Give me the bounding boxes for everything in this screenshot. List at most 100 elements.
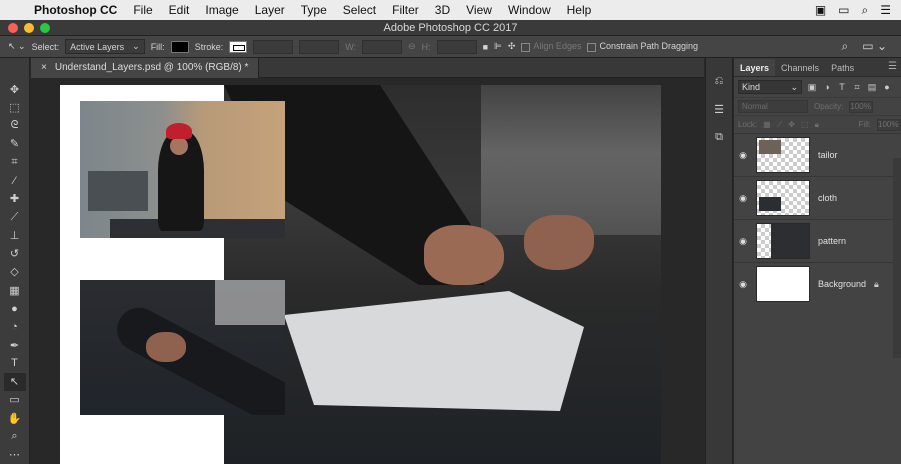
lock-transparent-icon[interactable]: ▦: [763, 120, 771, 129]
lock-row: Lock: ▦ ⟋ ✥ ⬚ 🔒︎ Fill: 100%: [734, 115, 901, 133]
document-tab[interactable]: × Understand_Layers.psd @ 100% (RGB/8) *: [31, 57, 260, 78]
window-light: [215, 280, 285, 325]
eraser-tool-icon[interactable]: ◇: [4, 263, 26, 281]
type-filter-icon[interactable]: T: [837, 82, 847, 92]
stroke-type-dropdown[interactable]: [299, 39, 340, 54]
brush-tool-icon[interactable]: ⟋: [4, 208, 26, 226]
history-panel-icon[interactable]: ⎌: [710, 72, 728, 90]
spotlight-search-icon[interactable]: ⌕: [862, 3, 869, 18]
path-arrangement-icon[interactable]: ✣: [508, 41, 516, 52]
eyedropper-tool-icon[interactable]: ⁄: [4, 171, 26, 189]
menu-help[interactable]: Help: [559, 3, 600, 17]
path-operations-icon[interactable]: ■: [483, 42, 488, 52]
gradient-tool-icon[interactable]: ▦: [4, 281, 26, 299]
layer-row-cloth[interactable]: ◉ cloth: [734, 176, 901, 219]
lock-label: Lock:: [738, 120, 758, 129]
menu-layer[interactable]: Layer: [247, 3, 293, 17]
path-selection-tool-icon[interactable]: ↖: [3, 372, 26, 391]
canvas-area[interactable]: [31, 79, 704, 464]
path-selection-tool-icon[interactable]: ↖ ⌄: [8, 41, 26, 52]
stroke-color-swatch[interactable]: [229, 40, 248, 53]
screen-record-icon[interactable]: ▣: [815, 3, 826, 18]
tab-paths[interactable]: Paths: [825, 59, 860, 76]
adjustment-filter-icon[interactable]: ◑: [822, 82, 832, 92]
type-tool-icon[interactable]: T: [4, 354, 26, 372]
visibility-eye-icon[interactable]: ◉: [734, 150, 752, 161]
libraries-panel-icon[interactable]: ⧉: [710, 128, 728, 146]
tab-channels[interactable]: Channels: [775, 59, 825, 76]
more-tools-icon[interactable]: ⋯: [4, 446, 26, 464]
tab-layers[interactable]: Layers: [734, 59, 776, 76]
dodge-tool-icon[interactable]: ◔: [4, 318, 26, 336]
visibility-eye-icon[interactable]: ◉: [734, 236, 752, 247]
layer-row-tailor[interactable]: ◉ tailor: [734, 133, 901, 176]
lock-image-icon[interactable]: ⟋: [777, 120, 783, 130]
properties-panel-icon[interactable]: ☰: [710, 100, 728, 118]
menu-edit[interactable]: Edit: [161, 3, 198, 17]
history-brush-tool-icon[interactable]: ↺: [4, 245, 26, 263]
height-field[interactable]: [436, 39, 477, 54]
app-menu[interactable]: Photoshop CC: [30, 3, 125, 17]
hand-tool-icon[interactable]: ✋: [4, 409, 26, 427]
menu-filter[interactable]: Filter: [384, 3, 427, 17]
blend-mode-dropdown[interactable]: Normal: [738, 100, 808, 113]
menu-view[interactable]: View: [458, 3, 500, 17]
lock-artboard-icon[interactable]: ⬚: [801, 120, 809, 129]
layer-thumbnail: [756, 266, 810, 302]
layer-name[interactable]: pattern: [818, 236, 846, 246]
align-edges-checkbox[interactable]: Align Edges: [521, 41, 581, 52]
menu-image[interactable]: Image: [197, 3, 246, 17]
width-field[interactable]: [362, 39, 403, 54]
quick-select-tool-icon[interactable]: ✎: [4, 135, 26, 153]
fill-field[interactable]: 100%: [877, 118, 901, 131]
close-tab-icon[interactable]: ×: [41, 62, 47, 73]
notification-center-icon[interactable]: ☰: [880, 3, 891, 18]
crop-tool-icon[interactable]: ⌗: [4, 153, 26, 171]
menu-file[interactable]: File: [125, 3, 160, 17]
menu-type[interactable]: Type: [293, 3, 335, 17]
lasso-tool-icon[interactable]: ᘓ: [4, 117, 26, 135]
kind-filter-dropdown[interactable]: Kind ⌄: [738, 80, 802, 94]
move-tool-icon[interactable]: ✥: [4, 80, 26, 98]
workspace-icon[interactable]: ▭ ⌄: [862, 39, 887, 54]
zoom-tool-icon[interactable]: ⌕: [4, 427, 26, 445]
path-alignment-icon[interactable]: ⊫: [494, 41, 502, 52]
document-canvas[interactable]: [60, 85, 661, 464]
layer-row-background[interactable]: ◉ Background 🔒︎: [734, 262, 901, 305]
pen-tool-icon[interactable]: ✒: [4, 336, 26, 354]
fill-label: Fill:: [150, 41, 165, 52]
fill-color-swatch[interactable]: [170, 40, 189, 53]
blur-tool-icon[interactable]: ●: [4, 299, 26, 317]
select-dropdown[interactable]: Active Layers ⌄: [65, 39, 145, 54]
layer-row-pattern[interactable]: ◉ pattern: [734, 219, 901, 262]
panel-menu-icon[interactable]: ☰: [888, 61, 897, 72]
lock-position-icon[interactable]: ✥: [788, 120, 795, 129]
opacity-field[interactable]: 100%: [849, 100, 874, 113]
menu-3d[interactable]: 3D: [427, 3, 458, 17]
display-icon[interactable]: ▭: [838, 3, 849, 18]
layer-name[interactable]: tailor: [818, 150, 838, 160]
h-label: H:: [421, 41, 431, 52]
menu-select[interactable]: Select: [335, 3, 384, 17]
visibility-eye-icon[interactable]: ◉: [734, 279, 752, 290]
healing-brush-tool-icon[interactable]: ✚: [4, 190, 26, 208]
rectangle-tool-icon[interactable]: ▭: [4, 391, 26, 409]
stroke-width-field[interactable]: [253, 39, 294, 54]
layer-name[interactable]: Background: [818, 279, 866, 289]
marquee-tool-icon[interactable]: ⬚: [4, 98, 26, 116]
visibility-eye-icon[interactable]: ◉: [734, 193, 752, 204]
layers-scrollbar[interactable]: [893, 158, 901, 358]
clone-stamp-tool-icon[interactable]: ⊥: [4, 226, 26, 244]
search-icon[interactable]: ⌕: [842, 39, 849, 54]
constrain-check-box[interactable]: [587, 42, 597, 52]
constrain-path-checkbox[interactable]: Constrain Path Dragging: [587, 41, 698, 52]
shape-filter-icon[interactable]: ⌗: [852, 82, 862, 93]
lock-all-icon[interactable]: 🔒︎: [815, 120, 819, 130]
align-edges-check-box[interactable]: [521, 42, 531, 52]
layer-name[interactable]: cloth: [818, 193, 837, 203]
pixel-filter-icon[interactable]: ▣: [807, 82, 817, 93]
smart-object-filter-icon[interactable]: ▤: [867, 82, 877, 93]
link-icon[interactable]: ⊖: [408, 41, 416, 52]
menu-window[interactable]: Window: [500, 3, 559, 17]
filter-toggle-icon[interactable]: ●: [882, 82, 892, 92]
